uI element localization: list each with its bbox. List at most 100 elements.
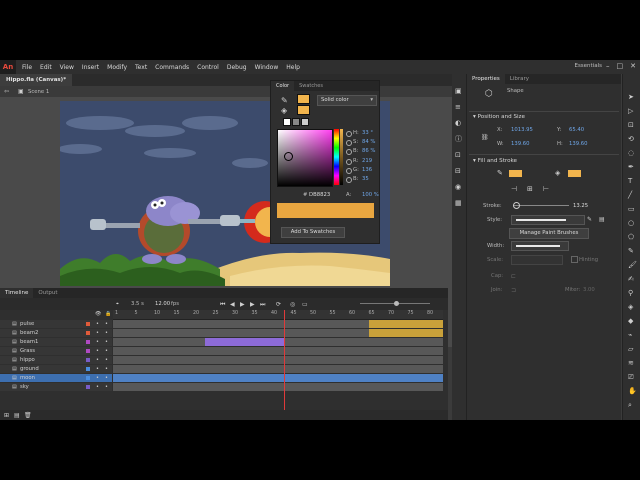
ink-bottle-tool-icon[interactable]: ◆ bbox=[628, 318, 633, 325]
layer-row[interactable]: ▤ hippo • • bbox=[0, 356, 112, 364]
visibility-dot-icon[interactable]: • bbox=[96, 356, 99, 364]
motion-presets-icon[interactable]: ◐ bbox=[455, 120, 461, 127]
frame-center-icon[interactable]: ⌖ bbox=[116, 301, 119, 308]
bone-tool-icon[interactable]: ⚲ bbox=[628, 290, 633, 297]
rgb-radio[interactable] bbox=[346, 159, 352, 165]
visibility-dot-icon[interactable]: • bbox=[96, 365, 99, 373]
scene-name[interactable]: Scene 1 bbox=[28, 89, 49, 95]
fill-color-swatch[interactable] bbox=[568, 170, 581, 177]
stroke-slider-handle[interactable] bbox=[513, 202, 520, 209]
oval-tool-icon[interactable]: ○ bbox=[628, 220, 634, 227]
playhead[interactable] bbox=[284, 310, 285, 410]
lock-dot-icon[interactable]: • bbox=[105, 347, 108, 355]
selection-tool-icon[interactable]: ➤ bbox=[628, 94, 634, 101]
hex-value[interactable]: DB8823 bbox=[309, 192, 330, 198]
polystar-tool-icon[interactable]: ⬠ bbox=[628, 234, 634, 241]
width-profile-dropdown[interactable] bbox=[511, 241, 569, 251]
lock-dot-icon[interactable]: • bbox=[105, 338, 108, 346]
miter-value[interactable]: 3.00 bbox=[583, 287, 595, 293]
menu-view[interactable]: View bbox=[56, 64, 78, 71]
line-tool-icon[interactable]: ╱ bbox=[628, 192, 632, 199]
layer-row[interactable]: ▤ ground • • bbox=[0, 365, 112, 373]
lock-dot-icon[interactable]: • bbox=[105, 329, 108, 337]
zoom-tool-icon[interactable]: ⌕ bbox=[628, 402, 632, 409]
maximize-button[interactable]: □ bbox=[617, 62, 624, 70]
camera-tool-icon[interactable]: ⎚ bbox=[628, 374, 634, 381]
new-folder-icon[interactable]: ▤ bbox=[14, 412, 20, 419]
free-transform-tool-icon[interactable]: ⊡ bbox=[628, 122, 634, 129]
properties-dock-icon[interactable]: ▣ bbox=[455, 88, 462, 95]
rgb-value[interactable]: 35 bbox=[362, 176, 369, 182]
pen-tool-icon[interactable]: ✒ bbox=[628, 164, 634, 171]
text-tool-icon[interactable]: T bbox=[628, 178, 632, 185]
fill-color-swatch[interactable] bbox=[297, 105, 310, 115]
lock-dot-icon[interactable]: • bbox=[105, 383, 108, 391]
menu-text[interactable]: Text bbox=[131, 64, 151, 71]
hue-slider[interactable] bbox=[334, 129, 339, 185]
back-arrow-icon[interactable]: ⇦ bbox=[4, 88, 9, 95]
prev-frame-icon[interactable]: ◀ bbox=[230, 301, 235, 308]
lock-dot-icon[interactable]: • bbox=[105, 374, 108, 382]
beam2-tween[interactable] bbox=[369, 329, 443, 337]
object-drawing-icon[interactable]: ⊣ bbox=[511, 186, 517, 193]
stroke-value[interactable]: 13.25 bbox=[573, 203, 588, 209]
brush-tool-icon[interactable]: 🖌 bbox=[628, 262, 637, 269]
visibility-dot-icon[interactable]: • bbox=[96, 338, 99, 346]
align-dock-icon[interactable]: ⊟ bbox=[455, 168, 461, 175]
position-section-header[interactable]: ▾ Position and Size bbox=[473, 114, 525, 120]
menu-control[interactable]: Control bbox=[193, 64, 223, 71]
first-frame-icon[interactable]: ⏮ bbox=[220, 301, 225, 308]
lasso-tool-icon[interactable]: ◌ bbox=[628, 150, 634, 157]
rgb-radio[interactable] bbox=[346, 168, 352, 174]
layer-frames[interactable] bbox=[113, 347, 443, 355]
alpha-value[interactable]: 100 % bbox=[362, 192, 379, 198]
beam1-tween[interactable] bbox=[205, 338, 285, 346]
stroke-pencil-icon[interactable]: ✎ bbox=[281, 97, 288, 105]
pencil-tool-icon[interactable]: ✎ bbox=[628, 248, 634, 255]
join-icon[interactable]: ⊐ bbox=[511, 287, 516, 294]
transform-dock-icon[interactable]: ⊡ bbox=[455, 152, 461, 159]
menu-insert[interactable]: Insert bbox=[78, 64, 103, 71]
layer-row[interactable]: ▤ moon • • bbox=[0, 374, 112, 382]
menu-window[interactable]: Window bbox=[251, 64, 283, 71]
h-value[interactable]: 139.60 bbox=[569, 141, 588, 147]
layer-row[interactable]: ▤ beam2 • • bbox=[0, 329, 112, 337]
new-layer-icon[interactable]: ⊞ bbox=[4, 412, 9, 419]
hsb-value[interactable]: 86 % bbox=[362, 148, 375, 154]
lock-dot-icon[interactable]: • bbox=[105, 365, 108, 373]
subselection-tool-icon[interactable]: ▷ bbox=[628, 108, 633, 115]
layer-frames[interactable] bbox=[113, 356, 443, 364]
menu-modify[interactable]: Modify bbox=[103, 64, 131, 71]
layer-color-swatch[interactable] bbox=[86, 349, 90, 353]
tab-output[interactable]: Output bbox=[33, 288, 62, 298]
hsb-value[interactable]: 84 % bbox=[362, 139, 375, 145]
lock-icon[interactable]: 🔒 bbox=[105, 311, 111, 318]
visibility-dot-icon[interactable]: • bbox=[96, 374, 99, 382]
layer-color-swatch[interactable] bbox=[86, 367, 90, 371]
hinting-checkbox[interactable] bbox=[571, 256, 578, 263]
visibility-dot-icon[interactable]: • bbox=[96, 347, 99, 355]
pulse-tween[interactable] bbox=[369, 320, 443, 328]
rgb-value[interactable]: 219 bbox=[362, 158, 372, 164]
3d-rotation-tool-icon[interactable]: ⟲ bbox=[628, 136, 634, 143]
hsb-radio[interactable] bbox=[346, 140, 352, 146]
menu-file[interactable]: File bbox=[18, 64, 36, 71]
workspace-switcher[interactable]: Essentials bbox=[574, 63, 602, 69]
layer-frames[interactable] bbox=[113, 374, 443, 382]
layer-row[interactable]: ▤ Grass • • bbox=[0, 347, 112, 355]
next-frame-icon[interactable]: ▶ bbox=[250, 301, 255, 308]
paint-bucket-tool-icon[interactable]: ◈ bbox=[628, 304, 633, 311]
fps-value[interactable]: 12.00 bbox=[155, 301, 170, 307]
width-tool-icon[interactable]: ≋ bbox=[628, 360, 634, 367]
rgb-radio[interactable] bbox=[346, 177, 352, 183]
tab-color[interactable]: Color bbox=[271, 81, 295, 91]
y-value[interactable]: 65.40 bbox=[569, 127, 584, 133]
onion-skin-icon[interactable]: ◎ bbox=[290, 301, 295, 308]
info-dock-icon[interactable]: ⓘ bbox=[455, 136, 462, 143]
brush-library-icon[interactable]: ▤ bbox=[599, 216, 605, 223]
swap-colors-icon[interactable] bbox=[301, 118, 309, 126]
visibility-dot-icon[interactable]: • bbox=[96, 329, 99, 337]
frame-ruler[interactable]: 1 5 10 15 20 25 30 35 40 45 50 55 60 65 70 75 80 bbox=[113, 310, 443, 320]
loop-icon[interactable]: ⟳ bbox=[276, 301, 281, 308]
fill-bucket-icon[interactable]: ◈ bbox=[281, 107, 287, 115]
